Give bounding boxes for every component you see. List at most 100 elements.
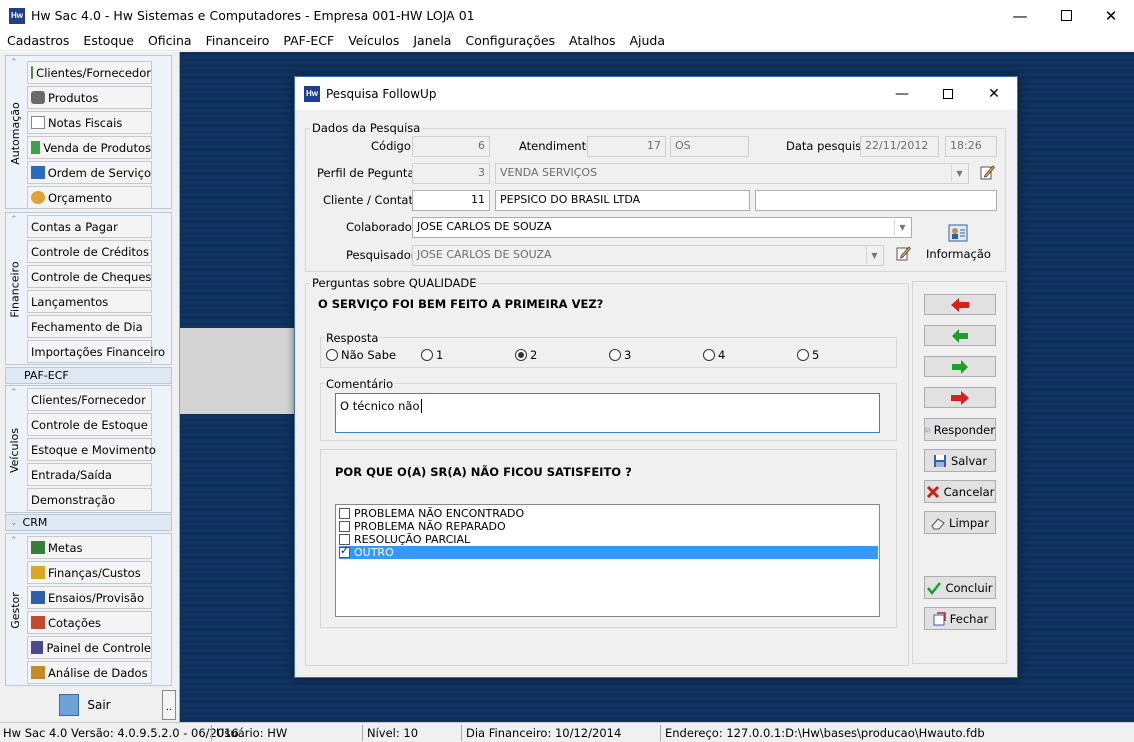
sidebar-item-clientes-fornecedor[interactable]: Clientes/Fornecedor [27,61,152,84]
concluir-button[interactable]: Concluir [924,576,996,599]
menu-veiculos[interactable]: Veículos [341,33,406,48]
reason-item-selected[interactable]: OUTRO [339,544,878,559]
minimize-icon[interactable]: — [997,0,1043,31]
sidebar-item-orcamento[interactable]: Orçamento [27,186,152,209]
status-financial-day: Dia Financeiro: 10/12/2014 [466,726,622,740]
reasons-checklist[interactable]: PROBLEMA NÃO ENCONTRADO PROBLEMA NÃO REP… [335,504,880,617]
checkbox[interactable] [339,521,350,532]
contato-field[interactable] [755,190,997,211]
informacao-button[interactable]: Informação [926,222,991,266]
sidebar-item-financas-custos[interactable]: Finanças/Custos [27,561,152,584]
answer-option-5[interactable]: 5 [797,348,819,362]
last-record-button[interactable] [924,387,996,408]
app-icon: Hw [9,7,25,24]
sidebar-group-veiculos: ⌃ Veículos Clientes/Fornecedor Controle … [5,385,172,513]
chevron-down-icon[interactable]: ▼ [951,165,967,182]
sidebar-item-controle-estoque[interactable]: Controle de Estoque [27,413,152,436]
sidebar-item-fechamento-dia[interactable]: Fechamento de Dia [27,315,152,338]
contact-card-icon [948,224,968,242]
sidebar-item-controle-cheques[interactable]: Controle de Cheques [27,265,152,288]
first-record-button[interactable] [924,294,996,315]
sidebar-item-estoque-movimento[interactable]: Estoque e Movimento [27,438,156,461]
sidebar-group-paf-ecf[interactable]: PAF-ECF [5,367,172,384]
limpar-button[interactable]: Limpar [924,511,996,534]
chevron-down-icon[interactable]: ▼ [866,247,882,264]
data-pesquisa-field[interactable]: 22/11/2012 [860,136,939,157]
maximize-icon[interactable] [925,77,971,110]
followup-question-text: POR QUE O(A) SR(A) NÃO FICOU SATISFEITO … [335,465,632,479]
sidebar-group-label: Financeiro [8,261,22,318]
sidebar-item-demonstracao[interactable]: Demonstração [27,488,152,511]
maximize-icon[interactable] [1043,0,1089,31]
menu-paf-ecf[interactable]: PAF-ECF [276,33,341,48]
answer-option-4[interactable]: 4 [703,348,725,362]
fechar-button[interactable]: Fechar [924,607,996,630]
sidebar-item-analise-dados[interactable]: Análise de Dados [27,661,152,684]
reason-item[interactable]: RESOLUÇÃO PARCIAL [339,533,878,546]
sidebar-item-painel-controle[interactable]: Painel de Controle [27,636,152,659]
salvar-button[interactable]: Salvar [924,449,996,472]
perfil-select[interactable]: VENDA SERVIÇOS ▼ [495,163,969,184]
cliente-id-field[interactable]: 11 [412,190,490,211]
sidebar-item-metas[interactable]: Metas [27,536,152,559]
menu-configuracoes[interactable]: Configurações [458,33,562,48]
menu-ajuda[interactable]: Ajuda [622,33,672,48]
atendimento-type-field[interactable]: OS [670,136,749,157]
colaborador-select[interactable]: JOSE CARLOS DE SOUZA ▼ [412,217,912,238]
sidebar-item-ordem-servico[interactable]: Ordem de Serviço [27,161,152,184]
checkbox-checked[interactable] [339,544,350,558]
pesquisador-select[interactable]: JOSE CARLOS DE SOUZA ▼ [412,245,884,266]
menu-estoque[interactable]: Estoque [76,33,141,48]
sidebar-group-crm[interactable]: ⌄ CRM [5,514,172,531]
menu-atalhos[interactable]: Atalhos [562,33,622,48]
cliente-name-field[interactable]: PEPSICO DO BRASIL LTDA [495,190,750,211]
checkbox[interactable] [339,508,350,519]
reason-item[interactable]: PROBLEMA NÃO ENCONTRADO [339,507,878,520]
status-bar: Hw Sac 4.0 Versão: 4.0.9.5.2.0 - 06/2016… [0,722,1134,742]
next-record-button[interactable] [924,356,996,377]
previous-record-button[interactable] [924,325,996,346]
section-legend: Dados da Pesquisa [310,121,423,135]
sales-icon [31,141,41,154]
sidebar-item-lancamentos[interactable]: Lançamentos [27,290,152,313]
sidebar-item-importacoes-financeiro[interactable]: Importações Financeiro [27,340,165,363]
sidebar-item-contas-pagar[interactable]: Contas a Pagar [27,215,152,238]
answer-option-2[interactable]: 2 [515,348,537,362]
sidebar-item-produtos[interactable]: Produtos [27,86,152,109]
clients-icon [31,66,34,79]
perfil-id-field[interactable]: 3 [412,163,490,184]
atendimento-field[interactable]: 17 [587,136,666,157]
sidebar-item-notas-fiscais[interactable]: Notas Fiscais [27,111,152,134]
responder-button[interactable]: Responder [924,418,996,441]
menu-cadastros[interactable]: Cadastros [0,33,76,48]
sidebar-group-automacao: ⌃ Automação Clientes/Fornecedor Produtos… [5,55,172,209]
sidebar-group-label: Gestor [8,592,22,629]
sidebar-item-venda-produtos[interactable]: Venda de Produtos [27,136,152,159]
answer-option-3[interactable]: 3 [609,348,631,362]
sidebar-item-entrada-saida[interactable]: Entrada/Saída [27,463,152,486]
answer-option-nao-sabe[interactable]: Não Sabe [326,348,396,362]
sidebar-item-cotacoes[interactable]: Cotações [27,611,152,634]
codigo-field[interactable]: 6 [412,136,490,157]
answer-option-1[interactable]: 1 [421,348,443,362]
minimize-icon[interactable]: — [879,77,925,110]
close-icon[interactable]: ✕ [971,77,1017,110]
sidebar-item-ensaios-provisao[interactable]: Ensaios/Provisão [27,586,152,609]
hora-pesquisa-field[interactable]: 18:26 [945,136,997,157]
sidebar-item-controle-creditos[interactable]: Controle de Créditos [27,240,152,263]
edit-icon[interactable] [979,164,995,180]
sidebar-more-button[interactable]: .. [162,690,176,720]
menu-financeiro[interactable]: Financeiro [199,33,277,48]
previous-record-icon [952,328,968,343]
close-icon[interactable]: ✕ [1088,0,1134,31]
menu-oficina[interactable]: Oficina [141,33,199,48]
comentario-textarea[interactable]: O técnico não [335,393,880,433]
atendimento-label: Atendimento [519,139,594,153]
reason-item[interactable]: PROBLEMA NÃO REPARADO [339,520,878,533]
menu-janela[interactable]: Janela [406,33,458,48]
cancelar-button[interactable]: Cancelar [924,480,996,503]
chevron-down-icon[interactable]: ▼ [894,219,910,236]
sidebar-item-veiculos-clientes[interactable]: Clientes/Fornecedor [27,388,152,411]
edit-icon[interactable] [895,245,911,261]
exit-button[interactable]: Sair [5,690,165,720]
